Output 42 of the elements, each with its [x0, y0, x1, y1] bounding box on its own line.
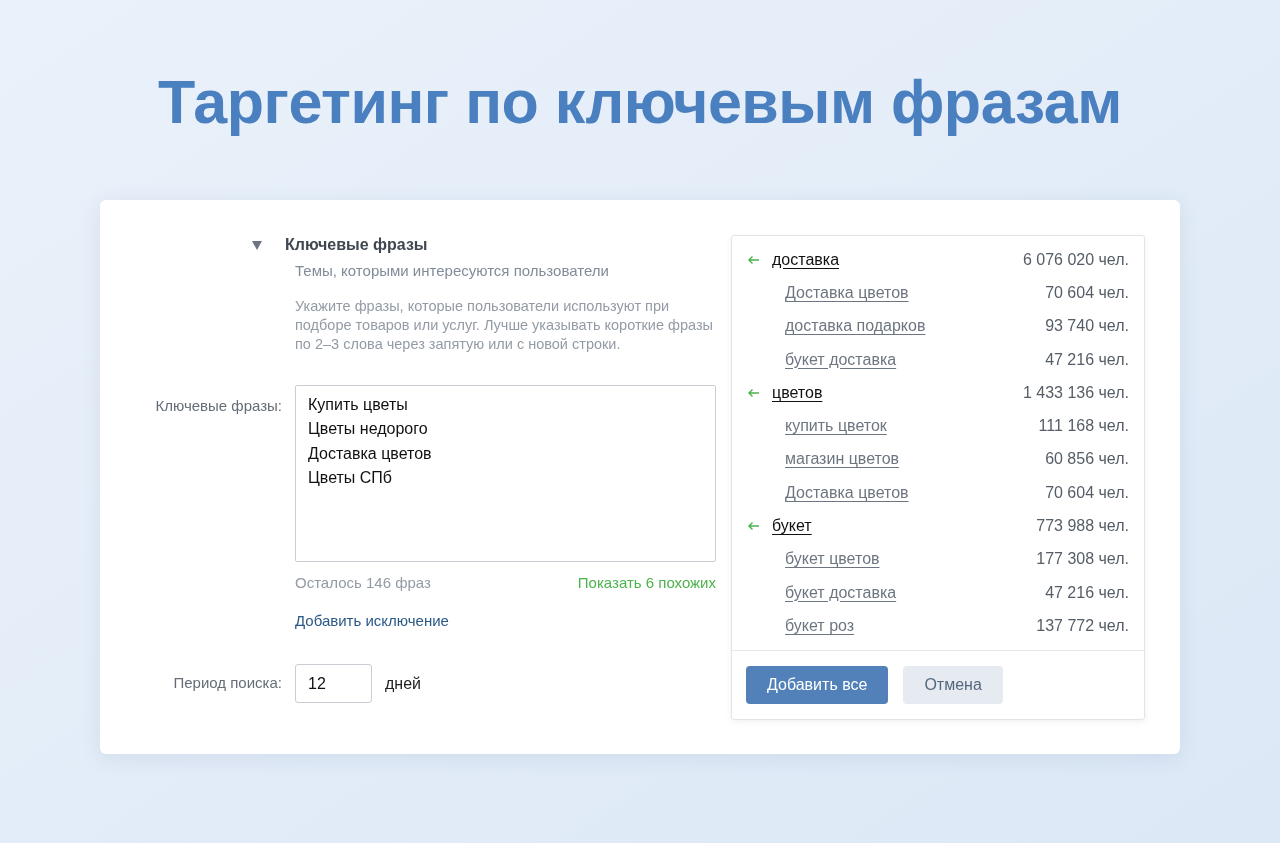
audience-count: 47 216 чел.	[1045, 349, 1129, 370]
period-field[interactable]: 12	[295, 664, 372, 703]
phrase-link[interactable]: Доставка цветов	[785, 280, 909, 305]
description-text: Укажите фразы, которые пользователи используют при подборе товаров или услуг. Лучше указывать короткие фразы по 2–3 слова через запятую или с новой строки.	[295, 297, 715, 354]
phrase-link[interactable]: букет цветов	[785, 547, 880, 572]
keyword-link[interactable]: цветов	[772, 380, 823, 405]
phrase-link[interactable]: доставка подарков	[785, 314, 926, 339]
audience-count: 93 740 чел.	[1045, 316, 1129, 337]
phrase-link[interactable]: магазин цветов	[785, 447, 900, 472]
keywords-field[interactable]: Купить цветы Цветы недорого Доставка цветов Цветы СПб	[295, 385, 716, 562]
keyword-link[interactable]: букет	[772, 514, 812, 538]
phrase-link[interactable]: купить цветок	[785, 414, 887, 439]
phrase-link[interactable]: букет роз	[785, 613, 855, 638]
audience-count: 6 076 020 чел.	[1022, 249, 1129, 270]
section-title[interactable]: Ключевые фразы	[285, 233, 428, 257]
keyword-link[interactable]: доставка	[772, 247, 840, 272]
audience-count: 137 772 чел.	[1036, 615, 1129, 636]
audience-count: 60 856 чел.	[1045, 449, 1129, 470]
headline: Таргетинг по ключевым фразам	[158, 67, 1122, 138]
audience-count: 70 604 чел.	[1045, 482, 1129, 503]
arrow-left-icon	[747, 387, 760, 398]
audience-count: 70 604 чел.	[1045, 282, 1129, 303]
field-label: Ключевые фразы:	[155, 396, 282, 416]
field-label: Период поиска:	[173, 673, 282, 694]
phrase-link[interactable]: букет доставка	[785, 347, 897, 372]
unit-label: дней	[385, 673, 421, 694]
section-subtitle: Темы, которыми интересуются пользователи	[295, 261, 610, 281]
cancel-button[interactable]: Отмена	[903, 666, 1003, 704]
show-similar-link[interactable]: Показать 6 похожих	[577, 572, 716, 595]
collapse-triangle-icon[interactable]	[252, 240, 262, 250]
audience-count: 1 433 136 чел.	[1022, 382, 1129, 403]
phrase-link[interactable]: букет доставка	[785, 580, 897, 605]
add-all-button[interactable]: Добавить все	[746, 666, 889, 704]
arrow-left-icon	[747, 521, 760, 531]
audience-count: 111 168 чел.	[1038, 416, 1129, 437]
remaining-count: Осталось 146 фраз	[295, 573, 431, 593]
add-exclusion-link[interactable]: Добавить исключение	[295, 609, 449, 632]
phrase-link[interactable]: Доставка цветов	[785, 480, 909, 505]
audience-count: 47 216 чел.	[1045, 582, 1129, 603]
audience-count: 773 988 чел.	[1036, 516, 1129, 536]
audience-count: 177 308 чел.	[1036, 549, 1129, 570]
arrow-left-icon	[747, 254, 760, 265]
